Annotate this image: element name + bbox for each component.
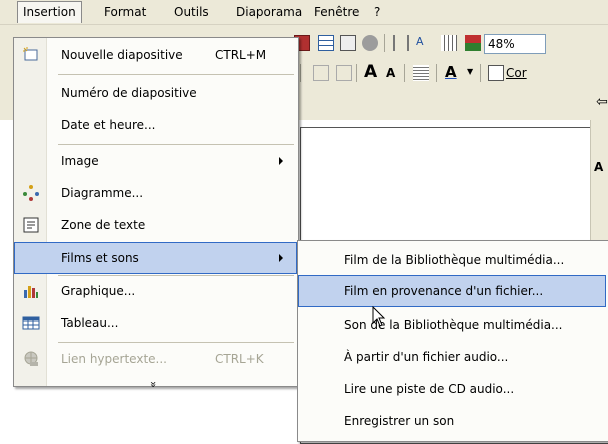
menu-format[interactable]: Format <box>104 4 146 20</box>
menu-fenetre[interactable]: Fenêtre <box>314 4 359 20</box>
expand-menu-icon[interactable]: » <box>147 381 160 388</box>
task-pane-partial-label: A <box>594 160 604 174</box>
menu-item-label: Graphique... <box>61 284 136 298</box>
menu-separator <box>58 342 294 343</box>
submenu-arrow-icon <box>279 254 283 262</box>
font-color-icon[interactable]: A <box>445 63 457 81</box>
menu-outils[interactable]: Outils <box>174 4 209 20</box>
menu-item-slide-number[interactable]: Numéro de diapositive <box>15 78 296 108</box>
menu-item-hyperlink[interactable]: Lien hypertexte... CTRL+K <box>15 344 296 374</box>
menu-item-shortcut: CTRL+K <box>215 352 264 366</box>
diagram-icon <box>22 184 40 202</box>
zoom-box[interactable]: 48% <box>484 34 546 54</box>
menu-item-label: Date et heure... <box>61 118 156 132</box>
table-insert-icon[interactable] <box>318 35 334 51</box>
submenu-item-cd-track[interactable]: Lire une piste de CD audio... <box>299 374 605 404</box>
design-button-label[interactable]: Cor <box>506 66 527 80</box>
submenu-item-record-sound[interactable]: Enregistrer un son <box>299 406 605 436</box>
submenu-item-label: À partir d'un fichier audio... <box>344 350 509 364</box>
menu-item-label: Zone de texte <box>61 218 146 232</box>
decrease-font-icon[interactable]: A <box>386 66 395 80</box>
submenu-arrow-icon <box>279 157 283 165</box>
menu-item-label: Diagramme... <box>61 186 144 200</box>
grid-icon[interactable] <box>441 35 457 51</box>
menu-item-chart[interactable]: Graphique... <box>15 276 296 306</box>
mouse-pointer-icon <box>372 305 386 331</box>
grayscale-icon[interactable]: A <box>416 34 432 50</box>
menu-separator <box>58 144 294 145</box>
hyperlink-globe-icon <box>22 350 40 368</box>
menu-item-label: Tableau... <box>61 316 119 330</box>
menu-item-new-slide[interactable]: Nouvelle diapositive CTRL+M <box>15 40 296 70</box>
menu-item-table[interactable]: Tableau... <box>15 308 296 338</box>
menu-item-films-sons[interactable]: Films et sons <box>14 242 297 274</box>
insert-menu: Nouvelle diapositive CTRL+M Numéro de di… <box>13 37 299 388</box>
submenu-item-label: Film en provenance d'un fichier... <box>344 284 544 298</box>
indent-icon[interactable] <box>413 65 429 81</box>
ltr-icon[interactable] <box>313 65 329 81</box>
menu-item-diagram[interactable]: Diagramme... <box>15 178 296 208</box>
menu-separator <box>58 74 294 75</box>
submenu-item-audio-file[interactable]: À partir d'un fichier audio... <box>299 342 605 372</box>
increase-font-icon[interactable]: A <box>364 62 377 82</box>
submenu-item-label: Enregistrer un son <box>344 414 455 428</box>
menu-insertion[interactable]: Insertion <box>17 1 82 23</box>
expand-icon[interactable] <box>393 35 409 51</box>
submenu-item-label: Film de la Bibliothèque multimédia... <box>344 253 565 267</box>
submenu-item-film-library[interactable]: Film de la Bibliothèque multimédia... <box>299 245 605 275</box>
submenu-item-label: Lire une piste de CD audio... <box>344 382 515 396</box>
toolbar-grip-2[interactable] <box>0 58 12 88</box>
menu-diaporama[interactable]: Diaporama <box>236 4 302 20</box>
menu-item-label: Image <box>61 154 99 168</box>
rtl-icon[interactable] <box>336 65 352 81</box>
table-icon <box>22 314 40 332</box>
menu-item-label: Nouvelle diapositive <box>61 48 183 62</box>
menu-help[interactable]: ? <box>374 4 380 20</box>
zoom-value: 48% <box>488 37 515 51</box>
submenu-item-film-from-file[interactable]: Film en provenance d'un fichier... <box>298 275 606 307</box>
menu-bar: Insertion Format Outils Diaporama Fenêtr… <box>0 0 608 25</box>
menu-item-text-box[interactable]: Zone de texte <box>15 210 296 240</box>
text-box-icon <box>22 216 40 234</box>
menu-item-label: Numéro de diapositive <box>61 86 197 100</box>
hyperlink-icon[interactable] <box>362 35 378 51</box>
color-icon[interactable] <box>465 35 481 51</box>
toolbar-grip[interactable] <box>0 28 12 58</box>
tables-borders-icon[interactable] <box>340 35 356 51</box>
new-slide-icon <box>22 46 40 64</box>
menu-item-shortcut: CTRL+M <box>215 48 267 62</box>
menu-item-label: Films et sons <box>61 251 139 265</box>
back-arrow-icon[interactable]: ⇦ <box>596 94 608 110</box>
design-icon[interactable] <box>488 65 504 81</box>
menu-item-image[interactable]: Image <box>15 146 296 176</box>
menu-item-date-time[interactable]: Date et heure... <box>15 110 296 140</box>
font-color-dropdown-icon[interactable]: ▼ <box>467 67 473 76</box>
menu-item-label: Lien hypertexte... <box>61 352 167 366</box>
films-sons-submenu: Film de la Bibliothèque multimédia... Fi… <box>297 240 608 442</box>
submenu-item-sound-library[interactable]: Son de la Bibliothèque multimédia... <box>299 310 605 340</box>
chart-icon <box>22 282 40 300</box>
